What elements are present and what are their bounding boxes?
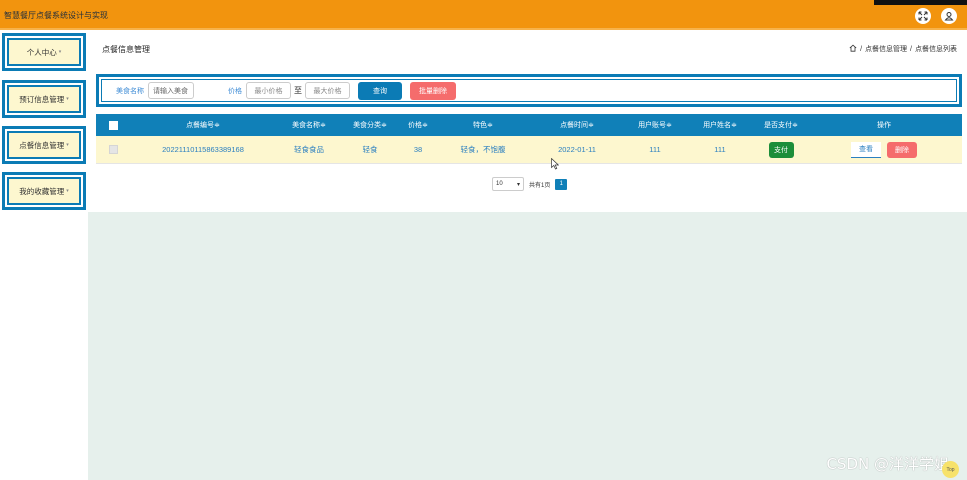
search-form: 美食名称 请输入美食 价格 最小价格 至 最大价格 查询 批量删除 — [96, 74, 962, 107]
breadcrumb-item[interactable]: 点餐信息管理 — [865, 44, 907, 54]
cell-order-time: 2022-01-11 — [558, 145, 596, 154]
page-title: 点餐信息管理 — [102, 45, 150, 54]
overlay-bar — [874, 0, 967, 5]
back-to-top-button[interactable]: Top — [942, 461, 959, 478]
sidebar-item-reservation[interactable]: 预订信息管理 ▾ — [2, 80, 86, 118]
chevron-down-icon: ▾ — [66, 142, 69, 148]
table-row: 20221110115863389168 轻食食品 轻食 38 轻食，不饱腹 2… — [96, 136, 962, 164]
chevron-down-icon: ▾ — [516, 181, 520, 188]
table-header: 点餐编号 ≑ 美食名称 ≑ 美食分类 ≑ 价格 ≑ 特色 ≑ 点餐时间 ≑ 用户账号 ≑ 用户… — [96, 114, 962, 136]
cell-user-name: 111 — [714, 145, 726, 154]
sidebar: 个人中心 ▾ 预订信息管理 ▾ 点餐信息管理 ▾ 我的收藏管理 ▾ — [0, 30, 88, 480]
column-header-user-name[interactable]: 用户姓名 ≑ — [684, 120, 756, 130]
pay-button[interactable]: 支付 — [768, 141, 794, 158]
user-icon[interactable] — [941, 8, 957, 24]
column-header-feature[interactable]: 特色 ≑ — [438, 120, 528, 130]
cell-price: 38 — [413, 145, 423, 154]
app-title: 智慧餐厅点餐系统设计与实现 — [4, 11, 108, 20]
watermark: CSDN @洋洋学姐 — [826, 455, 949, 473]
sidebar-item-personal-center[interactable]: 个人中心 ▾ — [2, 33, 86, 71]
page-total: 共有1页 — [529, 182, 551, 189]
column-header-food-name[interactable]: 美食名称 ≑ — [276, 120, 342, 130]
breadcrumb-item: 点餐信息列表 — [915, 46, 957, 53]
home-icon[interactable] — [849, 44, 857, 54]
delete-button[interactable]: 删除 — [887, 141, 917, 158]
cell-feature: 轻食，不饱腹 — [460, 145, 506, 154]
mouse-cursor-icon — [551, 158, 559, 170]
column-header-paid[interactable]: 是否支付 ≑ — [756, 120, 806, 130]
column-header-category[interactable]: 美食分类 ≑ — [342, 120, 398, 130]
content-panel: 点餐信息管理 / 点餐信息管理 / 点餐信息列表 美食名称 请输入美食 价格 最… — [88, 30, 967, 212]
range-separator: 至 — [294, 86, 302, 95]
max-price-input[interactable]: 最大价格 — [305, 82, 350, 99]
page-number-current[interactable]: 1 — [555, 178, 568, 190]
select-all-checkbox[interactable] — [108, 120, 118, 130]
sidebar-item-label: 个人中心 — [26, 47, 57, 57]
row-checkbox[interactable] — [108, 145, 118, 154]
chevron-down-icon: ▾ — [66, 188, 69, 194]
top-bar: 智慧餐厅点餐系统设计与实现 — [0, 0, 967, 30]
sidebar-item-label: 点餐信息管理 — [19, 140, 65, 150]
food-name-input[interactable]: 请输入美食 — [148, 82, 194, 99]
sidebar-item-label: 预订信息管理 — [19, 94, 65, 104]
page-size-select[interactable]: 10 ▾ — [492, 177, 524, 191]
chevron-down-icon: ▾ — [58, 49, 62, 55]
sidebar-item-order-management[interactable]: 点餐信息管理 ▾ — [2, 126, 86, 164]
orders-table: 点餐编号 ≑ 美食名称 ≑ 美食分类 ≑ 价格 ≑ 特色 ≑ 点餐时间 ≑ 用户账号 ≑ 用户… — [96, 114, 962, 164]
column-header-price[interactable]: 价格 ≑ — [398, 120, 438, 130]
sidebar-item-label: 我的收藏管理 — [19, 186, 65, 196]
expand-icon[interactable] — [915, 8, 931, 24]
price-label: 价格 — [228, 87, 242, 95]
cell-order-no: 20221110115863389168 — [162, 145, 244, 154]
column-header-user-account[interactable]: 用户账号 ≑ — [626, 120, 684, 130]
view-button[interactable]: 查看 — [851, 141, 881, 158]
cell-user-account: 111 — [649, 145, 661, 154]
breadcrumb: / 点餐信息管理 / 点餐信息列表 — [849, 44, 957, 54]
min-price-input[interactable]: 最小价格 — [246, 82, 291, 99]
column-header-order-time[interactable]: 点餐时间 ≑ — [528, 120, 626, 130]
main-content: 点餐信息管理 / 点餐信息管理 / 点餐信息列表 美食名称 请输入美食 价格 最… — [88, 30, 967, 480]
chevron-down-icon: ▾ — [66, 96, 69, 102]
query-button[interactable]: 查询 — [358, 81, 402, 100]
sidebar-item-favorites[interactable]: 我的收藏管理 ▾ — [2, 172, 86, 210]
column-header-order-no[interactable]: 点餐编号 ≑ — [130, 120, 276, 130]
food-name-label: 美食名称 — [116, 87, 144, 95]
column-header-actions: 操作 — [877, 122, 891, 129]
cell-category: 轻食 — [362, 145, 378, 154]
cell-food-name: 轻食食品 — [294, 145, 324, 154]
pagination: 10 ▾ 共有1页 1 — [492, 177, 568, 191]
batch-delete-button[interactable]: 批量删除 — [410, 81, 456, 100]
